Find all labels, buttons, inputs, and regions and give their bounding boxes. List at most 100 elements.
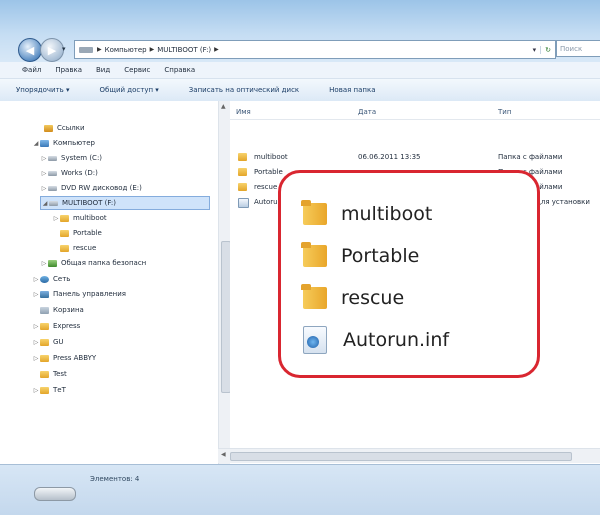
forward-button[interactable]: ▶ [40,38,64,62]
column-header-date[interactable]: Дата [358,108,376,116]
search-input[interactable]: Поиск [556,40,600,57]
share-button[interactable]: Общий доступ ▾ [84,86,173,94]
column-header-type[interactable]: Тип [498,108,511,116]
nav-item-tet[interactable]: ▷ ТеТ [32,383,66,397]
callout-item-multiboot: multiboot [301,197,432,231]
burn-disc-button[interactable]: Записать на оптический диск [173,86,313,94]
folder-icon [40,354,49,362]
file-date: 06.06.2011 13:35 [358,153,421,161]
file-name: Portable [254,168,283,176]
nav-item-dvd[interactable]: ▷ DVD RW дисковод (E:) [40,181,142,195]
menu-bar: Файл Правка Вид Сервис Справка [0,62,600,79]
item-count: Элементов: 4 [90,475,140,483]
breadcrumb-separator-icon[interactable]: ▶ [214,46,219,53]
drive-icon [49,200,58,206]
folder-icon [40,338,49,346]
horizontal-scrollbar-thumb[interactable] [230,452,572,461]
collapse-icon[interactable]: ◢ [41,200,49,207]
shared-folder-icon [48,259,57,267]
file-name: multiboot [254,153,288,161]
expand-icon[interactable]: ▷ [32,276,40,283]
computer-icon [40,139,49,147]
settings-file-icon [238,198,249,208]
navigation-pane: Ссылки ◢ Компьютер ▷ System (C:) ▷ Works (D… [18,101,231,464]
drive-icon [48,155,57,161]
expand-icon[interactable]: ▷ [32,339,40,346]
file-list-horizontal-scrollbar[interactable]: ◀ [218,448,600,463]
nav-item-multiboot[interactable]: ▷ multiboot [52,211,107,225]
expand-icon[interactable]: ▷ [40,185,48,192]
nav-item-rescue[interactable]: rescue [60,241,96,255]
organize-button[interactable]: Упорядочить ▾ [0,86,84,94]
folder-icon [60,244,69,252]
address-bar[interactable]: ▶ Компьютер ▶ MULTIBOOT (F:) ▶ ▾ ↻ [74,40,556,59]
folder-icon [40,322,49,330]
expand-icon[interactable]: ▷ [40,155,48,162]
menu-file[interactable]: Файл [0,66,47,74]
folder-icon [238,153,247,161]
nav-item-computer[interactable]: ◢ Компьютер [32,136,95,150]
file-type: Папка с файлами [498,153,563,161]
nav-item-recycle-bin[interactable]: Корзина [40,303,84,317]
folder-icon [40,386,49,394]
nav-item-system[interactable]: ▷ System (C:) [40,151,102,165]
expand-icon[interactable]: ▷ [32,355,40,362]
folder-icon [40,370,49,378]
nav-item-gu[interactable]: ▷ GU [32,335,64,349]
folder-icon [60,214,69,222]
menu-tools[interactable]: Сервис [116,66,156,74]
status-bar: Элементов: 4 [0,464,600,515]
explorer-window: ◀ ▶ ▾ ▶ Компьютер ▶ MULTIBOOT (F:) ▶ ▾ ↻… [0,0,600,515]
settings-file-icon [303,326,327,354]
nav-item-multiboot-drive[interactable]: ◢ MULTIBOOT (F:) [40,196,210,210]
expand-icon[interactable]: ▷ [40,170,48,177]
address-dropdown-icon[interactable]: ▾ [529,46,541,54]
nav-item-express[interactable]: ▷ Express [32,319,81,333]
forward-arrow-icon: ▶ [47,43,57,57]
scroll-left-icon[interactable]: ◀ [221,451,226,458]
back-arrow-icon: ◀ [25,43,35,57]
nav-item-portable[interactable]: Portable [60,226,102,240]
menu-view[interactable]: Вид [88,66,116,74]
breadcrumb-computer[interactable]: Компьютер [105,46,147,54]
folder-icon [301,242,327,267]
nav-item-press-abbyy[interactable]: ▷ Press ABBYY [32,351,97,365]
expand-icon[interactable]: ▷ [32,291,40,298]
expand-icon[interactable]: ▷ [32,387,40,394]
file-name: rescue [254,183,278,191]
breadcrumb-separator-icon[interactable]: ▶ [97,46,102,53]
back-button[interactable]: ◀ [18,38,42,62]
folder-icon [60,229,69,237]
recent-pages-chevron-icon[interactable]: ▾ [62,45,66,53]
nav-item-test[interactable]: Test [40,367,67,381]
menu-edit[interactable]: Правка [47,66,88,74]
new-folder-button[interactable]: Новая папка [313,86,389,94]
nav-item-network[interactable]: ▷ Сеть [32,272,71,286]
nav-item-shared-folder[interactable]: ▷ Общая папка безопасн [40,256,147,270]
breadcrumb-separator-icon[interactable]: ▶ [150,46,155,53]
folder-icon [301,200,327,225]
zoom-callout: multiboot Portable rescue Autorun.inf [278,170,540,378]
nav-item-control-panel[interactable]: ▷ Панель управления [32,287,126,301]
callout-item-autorun: Autorun.inf [303,323,449,357]
folder-icon [301,284,327,309]
callout-item-rescue: rescue [301,281,404,315]
expand-icon[interactable]: ▷ [32,323,40,330]
nav-item-links[interactable]: Ссылки [44,121,85,135]
expand-icon[interactable]: ▷ [52,215,60,222]
control-panel-icon [40,290,49,298]
nav-item-works[interactable]: ▷ Works (D:) [40,166,98,180]
drive-icon [48,185,57,191]
refresh-icon[interactable]: ↻ [540,45,555,54]
collapse-icon[interactable]: ◢ [32,140,40,147]
folder-icon [44,124,53,132]
breadcrumb-multiboot[interactable]: MULTIBOOT (F:) [157,46,211,54]
network-icon [40,275,49,283]
removable-drive-icon [34,487,76,501]
scroll-up-icon[interactable]: ▲ [221,103,226,110]
file-row[interactable]: multiboot 06.06.2011 13:35 Папка с файла… [230,150,600,164]
menu-help[interactable]: Справка [156,66,201,74]
title-bar: ◀ ▶ ▾ ▶ Компьютер ▶ MULTIBOOT (F:) ▶ ▾ ↻… [0,0,600,62]
expand-icon[interactable]: ▷ [40,260,48,267]
column-header-name[interactable]: Имя [236,108,251,116]
